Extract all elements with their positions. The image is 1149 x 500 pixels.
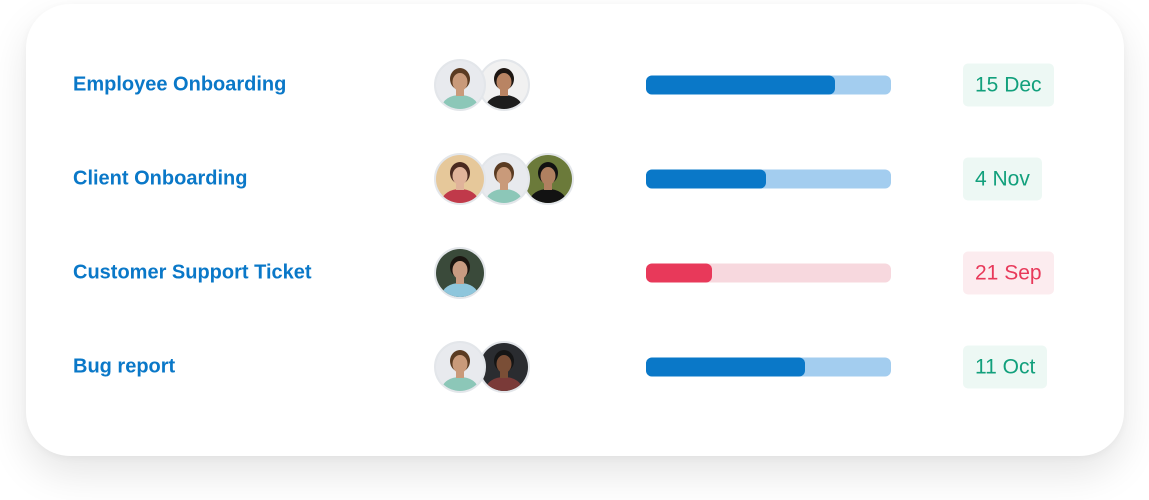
progress-bar: [646, 263, 891, 283]
curly-haired-man-avatar[interactable]: [434, 59, 486, 111]
avatar-photo: [436, 249, 484, 297]
avatar-photo: [480, 61, 528, 109]
progress-fill: [646, 75, 835, 95]
assignee-avatars: [434, 247, 486, 299]
assignee-avatars: [434, 59, 530, 111]
task-title[interactable]: Employee Onboarding: [73, 74, 286, 97]
due-date-badge: 4 Nov: [963, 157, 1042, 201]
due-date-badge: 11 Oct: [963, 345, 1048, 389]
task-title[interactable]: Customer Support Ticket: [73, 262, 312, 285]
task-title[interactable]: Client Onboarding: [73, 168, 247, 191]
young-man-avatar[interactable]: [434, 247, 486, 299]
task-row[interactable]: Employee Onboarding 15 Dec: [26, 55, 1124, 115]
avatar-photo: [436, 61, 484, 109]
task-row[interactable]: Customer Support Ticket 21 Sep: [26, 243, 1124, 303]
progress-bar: [646, 75, 891, 95]
progress-fill: [646, 263, 713, 283]
progress-bar: [646, 357, 891, 377]
due-date-badge: 15 Dec: [963, 63, 1054, 107]
avatar-photo: [524, 155, 572, 203]
progress-fill: [646, 357, 806, 377]
avatar-photo: [480, 343, 528, 391]
assignee-avatars: [434, 341, 530, 393]
task-list-card: Employee Onboarding 15 Dec Client Onboar…: [26, 4, 1124, 456]
due-date-badge: 21 Sep: [963, 251, 1054, 295]
assignee-avatars: [434, 153, 574, 205]
avatar-photo: [436, 155, 484, 203]
avatar-photo: [436, 343, 484, 391]
avatar-photo: [480, 155, 528, 203]
woman-avatar[interactable]: [434, 153, 486, 205]
progress-fill: [646, 169, 767, 189]
task-title[interactable]: Bug report: [73, 356, 175, 379]
task-row[interactable]: Client Onboarding 4 Nov: [26, 149, 1124, 209]
progress-bar: [646, 169, 891, 189]
curly-haired-man-avatar[interactable]: [434, 341, 486, 393]
task-row[interactable]: Bug report 11 Oct: [26, 337, 1124, 397]
